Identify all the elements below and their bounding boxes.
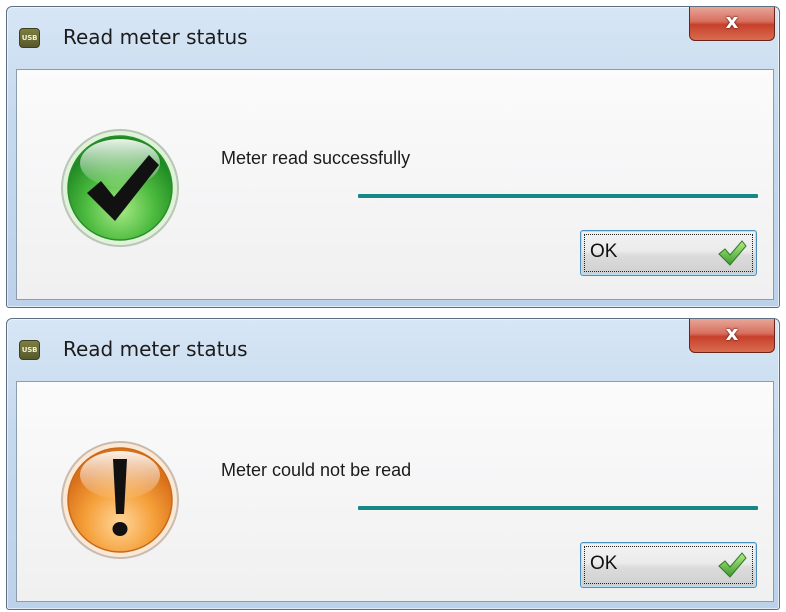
usb-app-icon: USB bbox=[19, 340, 40, 360]
read-meter-status-dialog-warning: USB Read meter status x Meter could not … bbox=[6, 318, 780, 610]
progress-bar bbox=[358, 506, 758, 510]
status-message: Meter could not be read bbox=[221, 460, 412, 480]
status-message: Meter read successfully bbox=[221, 148, 411, 168]
green-check-icon bbox=[716, 239, 748, 267]
title-bar[interactable]: USB Read meter status x bbox=[7, 7, 779, 69]
title-bar[interactable]: USB Read meter status x bbox=[7, 319, 779, 381]
close-button[interactable]: x bbox=[689, 319, 775, 353]
warning-exclamation-icon bbox=[59, 439, 181, 561]
ok-button-label: OK bbox=[590, 241, 618, 262]
progress-bar bbox=[358, 194, 758, 198]
ok-button-label: OK bbox=[590, 553, 618, 574]
dialog-body: Meter read successfully OK bbox=[16, 69, 774, 300]
success-checkmark-icon bbox=[59, 127, 181, 249]
window-title: Read meter status bbox=[63, 25, 248, 49]
window-title: Read meter status bbox=[63, 337, 248, 361]
usb-app-icon: USB bbox=[19, 28, 40, 48]
read-meter-status-dialog-success: USB Read meter status x Meter read succe… bbox=[6, 6, 780, 308]
close-button[interactable]: x bbox=[689, 7, 775, 41]
green-check-icon bbox=[716, 551, 748, 579]
ok-button[interactable]: OK bbox=[580, 230, 757, 276]
ok-button[interactable]: OK bbox=[580, 542, 757, 588]
dialog-body: Meter could not be read OK bbox=[16, 381, 774, 602]
